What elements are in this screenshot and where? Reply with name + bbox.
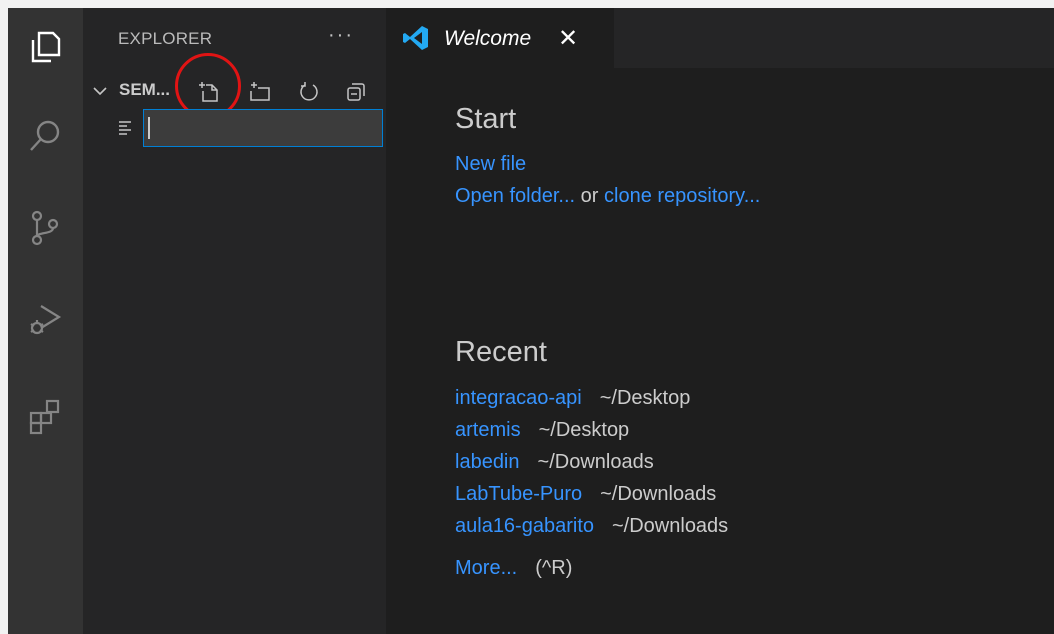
- recent-item: aula16-gabarito ~/Downloads: [455, 515, 728, 538]
- vscode-window: EXPLORER ··· SEM... Welcome ✕ Start New …: [8, 8, 1054, 634]
- recent-item: labedin ~/Downloads: [455, 451, 654, 474]
- refresh-button[interactable]: [295, 78, 323, 106]
- recent-item: artemis ~/Desktop: [455, 419, 629, 442]
- explorer-header: EXPLORER ···: [83, 8, 386, 68]
- recent-item-path: ~/Downloads: [537, 451, 654, 473]
- refresh-icon: [300, 82, 318, 101]
- recent-heading: Recent: [455, 336, 547, 368]
- start-heading: Start: [455, 103, 517, 135]
- explorer-sidebar: EXPLORER ··· SEM...: [83, 8, 386, 634]
- editor-area: Welcome ✕ Start New file Open folder... …: [386, 8, 1054, 634]
- more-shortcut: (^R): [535, 557, 573, 579]
- new-file-line: New file: [455, 153, 526, 176]
- open-folder-link[interactable]: Open folder...: [455, 185, 575, 207]
- close-icon[interactable]: ✕: [558, 24, 578, 53]
- tab-bar: Welcome ✕: [386, 8, 1054, 68]
- recent-item-path: ~/Desktop: [599, 387, 691, 409]
- recent-item-link[interactable]: integracao-api: [455, 387, 582, 409]
- recent-item-path: ~/Desktop: [538, 419, 630, 441]
- recent-item-path: ~/Downloads: [600, 483, 717, 505]
- activity-bar: [8, 8, 83, 634]
- recent-item-link[interactable]: artemis: [455, 419, 521, 441]
- recent-item-link[interactable]: aula16-gabarito: [455, 515, 594, 537]
- more-line: More... (^R): [455, 557, 572, 580]
- recent-item-path: ~/Downloads: [612, 515, 729, 537]
- run-debug-icon[interactable]: [14, 289, 76, 351]
- new-folder-icon: [250, 82, 270, 101]
- extensions-icon[interactable]: [14, 386, 76, 448]
- clone-repository-link[interactable]: clone repository...: [604, 185, 760, 207]
- more-actions-button[interactable]: ···: [328, 24, 354, 47]
- tab-label: Welcome: [444, 27, 532, 50]
- workspace-folder-name: SEM...: [119, 80, 171, 99]
- recent-item: integracao-api ~/Desktop: [455, 387, 690, 410]
- recent-item-link[interactable]: LabTube-Puro: [455, 483, 582, 505]
- files-icon[interactable]: [14, 16, 76, 78]
- new-file-link[interactable]: New file: [455, 153, 526, 175]
- or-text: or: [580, 185, 599, 207]
- more-recent-link[interactable]: More...: [455, 557, 517, 579]
- new-file-name-input[interactable]: [143, 109, 383, 147]
- search-icon[interactable]: [14, 105, 76, 167]
- tab-welcome[interactable]: Welcome ✕: [386, 8, 614, 68]
- new-folder-button[interactable]: [246, 78, 274, 106]
- collapse-all-icon: [347, 83, 365, 101]
- text-cursor: [148, 117, 150, 139]
- source-control-icon[interactable]: [14, 197, 76, 259]
- file-lines-icon: [119, 121, 131, 135]
- chevron-down-icon[interactable]: [91, 82, 109, 100]
- new-file-input-row: [83, 109, 386, 149]
- recent-item: LabTube-Puro ~/Downloads: [455, 483, 716, 506]
- recent-item-link[interactable]: labedin: [455, 451, 520, 473]
- open-folder-line: Open folder... or clone repository...: [455, 185, 760, 208]
- collapse-all-button[interactable]: [342, 78, 370, 106]
- vscode-logo-icon: [403, 26, 428, 50]
- explorer-title: EXPLORER: [118, 29, 213, 48]
